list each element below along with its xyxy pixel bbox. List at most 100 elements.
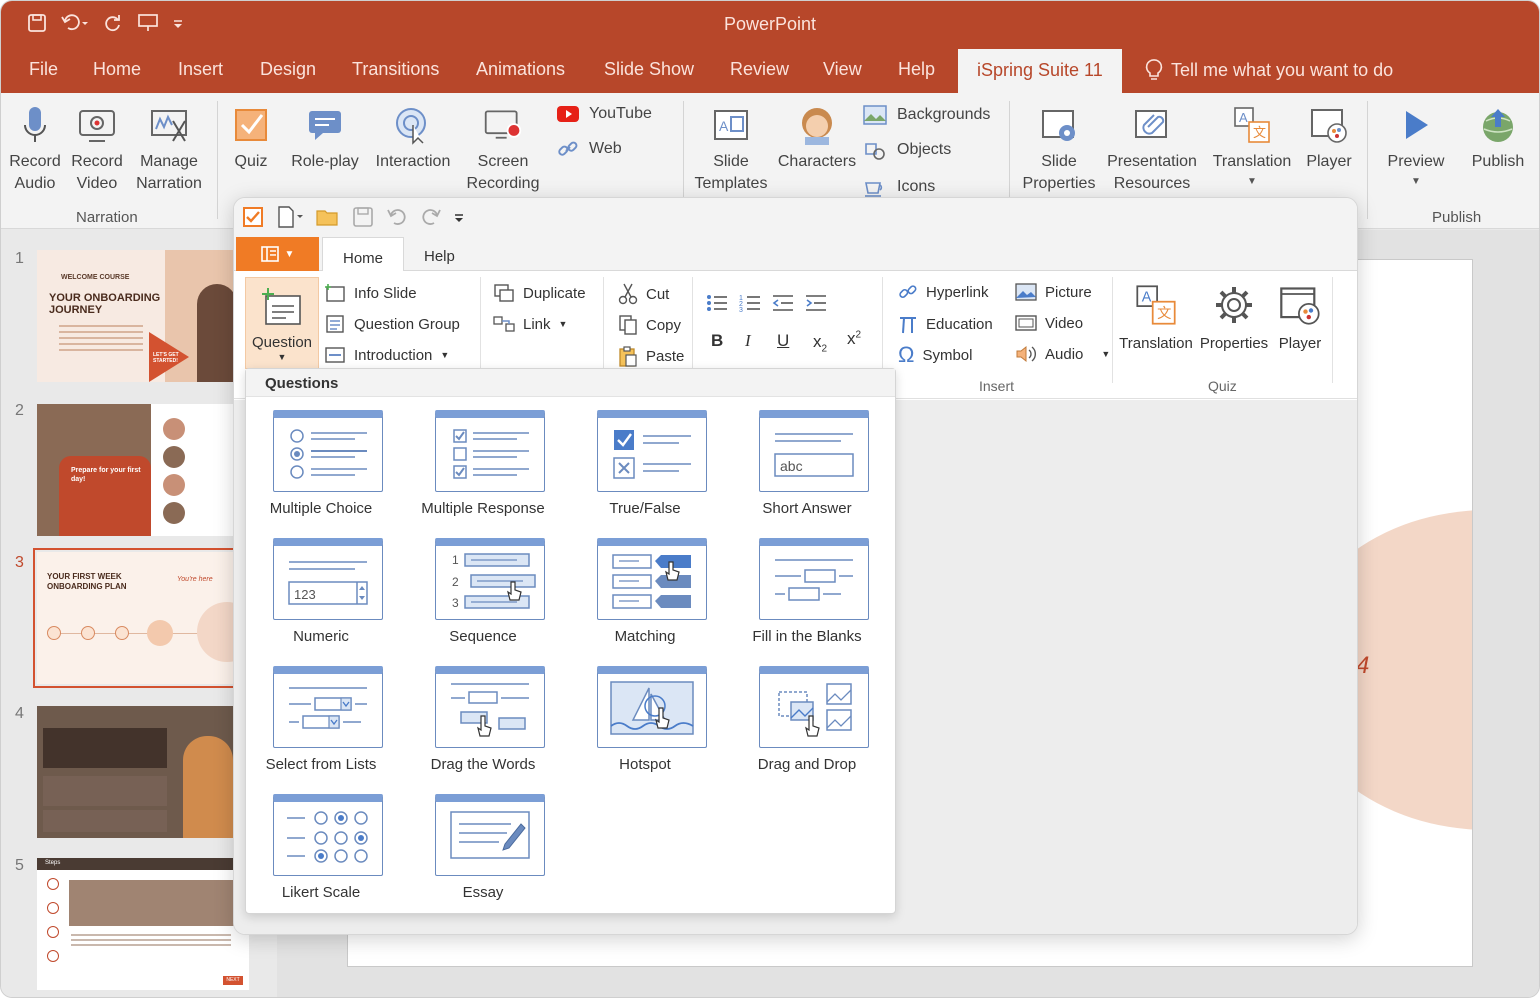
tab-slide-show[interactable]: Slide Show: [604, 59, 694, 80]
translation-button[interactable]: A文 Translation ▼: [1211, 105, 1293, 193]
slide-templates-button[interactable]: A Slide Templates: [693, 105, 769, 195]
tab-home[interactable]: Home: [93, 59, 141, 80]
slide-thumbnail-1[interactable]: WELCOME COURSE YOUR ONBOARDING JOURNEY L…: [37, 250, 249, 382]
open-folder-icon[interactable]: [316, 207, 340, 227]
quiz-properties-button[interactable]: Properties: [1198, 283, 1270, 352]
question-type-fill-in-the-blanks[interactable]: Fill in the Blanks: [732, 538, 882, 656]
interaction-button[interactable]: Interaction: [373, 105, 453, 173]
question-button[interactable]: Question ▼: [245, 277, 319, 369]
question-type-select-from-lists[interactable]: Select from Lists: [246, 666, 396, 784]
quiz-button[interactable]: Quiz: [229, 105, 273, 173]
chevron-down-icon[interactable]: ▼: [1101, 349, 1110, 359]
question-type-matching[interactable]: Matching: [570, 538, 720, 656]
bullet-list-icon[interactable]: [706, 293, 728, 313]
tab-file[interactable]: File: [29, 59, 58, 80]
question-type-likert-scale[interactable]: Likert Scale: [246, 794, 396, 912]
symbol-button[interactable]: Ω Symbol: [898, 344, 973, 366]
tab-transitions[interactable]: Transitions: [352, 59, 439, 80]
question-type-drag-and-drop[interactable]: Drag and Drop: [732, 666, 882, 784]
interaction-label: Interaction: [375, 153, 451, 170]
preview-button[interactable]: Preview ▼: [1385, 105, 1447, 193]
player-button[interactable]: Player: [1303, 105, 1355, 173]
publish-button[interactable]: Publish: [1467, 105, 1529, 173]
info-slide-button[interactable]: Info Slide: [324, 283, 417, 303]
slide-thumbnail-4[interactable]: [37, 706, 249, 838]
question-type-multiple-response[interactable]: Multiple Response: [408, 410, 558, 528]
chevron-down-icon[interactable]: ▼: [440, 350, 449, 360]
tell-me-search[interactable]: Tell me what you want to do: [1145, 58, 1393, 82]
chevron-down-icon[interactable]: ▼: [559, 319, 568, 329]
decrease-indent-icon[interactable]: [772, 293, 794, 313]
video-button[interactable]: Video: [1015, 314, 1083, 332]
numbered-list-icon[interactable]: 123: [739, 293, 761, 313]
slide-thumbnail-5[interactable]: Steps NEXT: [37, 858, 249, 990]
tab-review[interactable]: Review: [730, 59, 789, 80]
superscript-button[interactable]: x2: [847, 329, 861, 349]
picture-button[interactable]: Picture: [1015, 283, 1092, 301]
question-type-true-false[interactable]: True/False: [570, 410, 720, 528]
questions-dropdown-menu: Questions Multiple Choice Multiple Respo…: [245, 368, 896, 914]
quizmaker-tab-home[interactable]: Home: [322, 237, 404, 272]
copy-icon: [619, 315, 637, 335]
redo-icon[interactable]: [420, 207, 442, 227]
slide-templates-icon: A: [714, 110, 748, 140]
translation-dropdown-icon[interactable]: ▼: [1211, 171, 1293, 193]
quiz-player-button[interactable]: Player: [1272, 283, 1328, 352]
youtube-button[interactable]: YouTube: [557, 105, 652, 123]
record-video-button[interactable]: Record Video: [69, 105, 125, 195]
customize-qat-icon[interactable]: [454, 207, 464, 227]
quiz-translation-button[interactable]: A文 Translation: [1118, 283, 1194, 352]
education-button[interactable]: Education: [898, 314, 993, 334]
question-type-drag-the-words[interactable]: Drag the Words: [408, 666, 558, 784]
record-audio-button[interactable]: Record Audio: [7, 105, 63, 195]
audio-button[interactable]: Audio ▼: [1015, 345, 1110, 363]
presentation-resources-button[interactable]: Presentation Resources: [1105, 105, 1199, 195]
underline-button[interactable]: U: [777, 331, 789, 351]
bold-button[interactable]: B: [711, 331, 723, 351]
new-file-icon[interactable]: [276, 206, 304, 228]
question-type-multiple-choice[interactable]: Multiple Choice: [246, 410, 396, 528]
link-button[interactable]: Link ▼: [493, 314, 567, 334]
question-type-short-answer[interactable]: abc Short Answer: [732, 410, 882, 528]
question-type-numeric[interactable]: 123 Numeric: [246, 538, 396, 656]
tab-view[interactable]: View: [823, 59, 862, 80]
objects-button[interactable]: Objects: [863, 140, 951, 160]
cut-button[interactable]: Cut: [618, 283, 669, 305]
webcam-icon: [79, 110, 115, 142]
tab-insert[interactable]: Insert: [178, 59, 223, 80]
increase-indent-icon[interactable]: [805, 293, 827, 313]
quizmaker-file-menu-button[interactable]: ▼: [236, 237, 319, 271]
symbol-label: Symbol: [922, 346, 973, 364]
icons-button[interactable]: Icons: [863, 177, 935, 197]
quizmaker-tab-help[interactable]: Help: [424, 248, 455, 265]
copy-button[interactable]: Copy: [618, 314, 681, 336]
question-type-sequence[interactable]: 1 2 3 Sequence: [408, 538, 558, 656]
introduction-button[interactable]: Introduction ▼: [324, 345, 449, 365]
role-play-button[interactable]: Role-play: [289, 105, 361, 173]
duplicate-button[interactable]: Duplicate: [493, 283, 586, 303]
preview-dropdown-icon[interactable]: ▼: [1385, 171, 1447, 193]
tab-design[interactable]: Design: [260, 59, 316, 80]
slide-properties-button[interactable]: Slide Properties: [1019, 105, 1099, 195]
question-type-hotspot[interactable]: Hotspot: [570, 666, 720, 784]
screen-recording-button[interactable]: Screen Recording: [463, 105, 543, 195]
question-type-essay[interactable]: Essay: [408, 794, 558, 912]
backgrounds-button[interactable]: Backgrounds: [863, 105, 990, 125]
save-icon[interactable]: [352, 206, 374, 228]
tab-animations[interactable]: Animations: [476, 59, 565, 80]
slide-thumbnail-2[interactable]: Prepare for your first day!: [37, 404, 249, 536]
web-button[interactable]: Web: [557, 140, 622, 158]
paste-button[interactable]: Paste: [618, 345, 684, 367]
slide-thumbnail-3[interactable]: YOUR FIRST WEEK ONBOARDING PLAN You're h…: [33, 548, 253, 688]
short-answer-sample-text: abc: [780, 458, 803, 474]
question-group-button[interactable]: Question Group: [324, 314, 460, 334]
characters-button[interactable]: Characters: [777, 105, 857, 173]
tab-ispring-suite[interactable]: iSpring Suite 11: [958, 49, 1122, 93]
tab-help[interactable]: Help: [898, 59, 935, 80]
undo-icon[interactable]: [386, 207, 408, 227]
hyperlink-button[interactable]: Hyperlink: [898, 283, 989, 301]
italic-button[interactable]: I: [745, 331, 751, 351]
slide-number-selected: 3: [15, 554, 24, 571]
subscript-button[interactable]: x2: [813, 332, 827, 354]
manage-narration-button[interactable]: Manage Narration: [135, 105, 203, 195]
